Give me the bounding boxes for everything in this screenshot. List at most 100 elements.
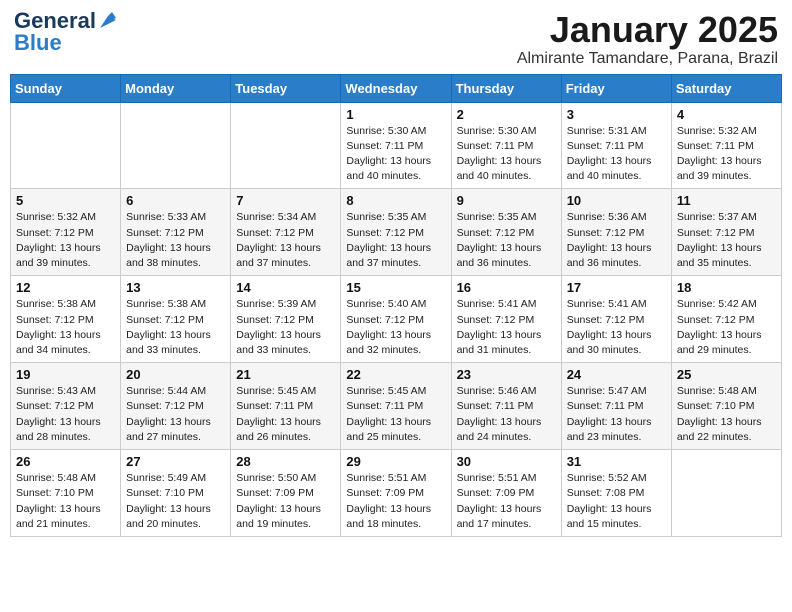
calendar-cell: 24 Sunrise: 5:47 AM Sunset: 7:11 PM Dayli… (561, 363, 671, 450)
day-number: 26 (16, 454, 115, 469)
day-number: 9 (457, 193, 556, 208)
weekday-header-wednesday: Wednesday (341, 74, 451, 102)
calendar-cell (11, 102, 121, 189)
day-number: 2 (457, 107, 556, 122)
logo-general-text: General (14, 10, 96, 32)
calendar-cell: 27Sunrise: 5:49 AM Sunset: 7:10 PM Dayli… (121, 450, 231, 537)
day-number: 28 (236, 454, 335, 469)
day-info: Sunrise: 5:48 AM Sunset: 7:10 PM Dayligh… (16, 471, 115, 532)
calendar-cell: 18 Sunrise: 5:42 AM Sunset: 7:12 PM Dayli… (671, 276, 781, 363)
calendar-cell (671, 450, 781, 537)
calendar-cell: 20 Sunrise: 5:44 AM Sunset: 7:12 PM Dayli… (121, 363, 231, 450)
calendar-cell: 12Sunrise: 5:38 AM Sunset: 7:12 PM Dayli… (11, 276, 121, 363)
day-info: Sunrise: 5:31 AM Sunset: 7:11 PM Dayligh… (567, 124, 666, 185)
day-number: 6 (126, 193, 225, 208)
day-number: 29 (346, 454, 445, 469)
logo: General Blue (14, 10, 116, 56)
day-info: Sunrise: 5:50 AM Sunset: 7:09 PM Dayligh… (236, 471, 335, 532)
weekday-header-saturday: Saturday (671, 74, 781, 102)
day-number: 5 (16, 193, 115, 208)
calendar-cell: 19 Sunrise: 5:43 AM Sunset: 7:12 PM Dayli… (11, 363, 121, 450)
weekday-header-thursday: Thursday (451, 74, 561, 102)
day-number: 24 (567, 367, 666, 382)
weekday-header-friday: Friday (561, 74, 671, 102)
day-info: Sunrise: 5:42 AM Sunset: 7:12 PM Dayligh… (677, 297, 776, 358)
day-info: Sunrise: 5:30 AM Sunset: 7:11 PM Dayligh… (346, 124, 445, 185)
day-info: Sunrise: 5:32 AM Sunset: 7:11 PM Dayligh… (677, 124, 776, 185)
day-info: Sunrise: 5:32 AM Sunset: 7:12 PM Dayligh… (16, 210, 115, 271)
day-info: Sunrise: 5:52 AM Sunset: 7:08 PM Dayligh… (567, 471, 666, 532)
day-info: Sunrise: 5:45 AM Sunset: 7:11 PM Dayligh… (346, 384, 445, 445)
day-number: 17 (567, 280, 666, 295)
title-section: January 2025 Almirante Tamandare, Parana… (517, 10, 778, 68)
day-info: Sunrise: 5:34 AM Sunset: 7:12 PM Dayligh… (236, 210, 335, 271)
calendar-week-row: 1 Sunrise: 5:30 AM Sunset: 7:11 PM Daylig… (11, 102, 782, 189)
calendar-cell: 29Sunrise: 5:51 AM Sunset: 7:09 PM Dayli… (341, 450, 451, 537)
weekday-header-tuesday: Tuesday (231, 74, 341, 102)
calendar-week-row: 12Sunrise: 5:38 AM Sunset: 7:12 PM Dayli… (11, 276, 782, 363)
day-info: Sunrise: 5:33 AM Sunset: 7:12 PM Dayligh… (126, 210, 225, 271)
day-info: Sunrise: 5:48 AM Sunset: 7:10 PM Dayligh… (677, 384, 776, 445)
day-info: Sunrise: 5:43 AM Sunset: 7:12 PM Dayligh… (16, 384, 115, 445)
day-number: 19 (16, 367, 115, 382)
calendar-cell: 5 Sunrise: 5:32 AM Sunset: 7:12 PM Daylig… (11, 189, 121, 276)
day-info: Sunrise: 5:35 AM Sunset: 7:12 PM Dayligh… (346, 210, 445, 271)
day-number: 15 (346, 280, 445, 295)
calendar-header-row: SundayMondayTuesdayWednesdayThursdayFrid… (11, 74, 782, 102)
calendar-cell: 21 Sunrise: 5:45 AM Sunset: 7:11 PM Dayli… (231, 363, 341, 450)
calendar-cell: 30 Sunrise: 5:51 AM Sunset: 7:09 PM Dayli… (451, 450, 561, 537)
calendar-cell: 25Sunrise: 5:48 AM Sunset: 7:10 PM Dayli… (671, 363, 781, 450)
day-number: 30 (457, 454, 556, 469)
page-header: General Blue January 2025 Almirante Tama… (10, 10, 782, 68)
calendar-week-row: 5 Sunrise: 5:32 AM Sunset: 7:12 PM Daylig… (11, 189, 782, 276)
calendar-cell: 2Sunrise: 5:30 AM Sunset: 7:11 PM Daylig… (451, 102, 561, 189)
calendar-cell: 8 Sunrise: 5:35 AM Sunset: 7:12 PM Daylig… (341, 189, 451, 276)
calendar-cell: 9 Sunrise: 5:35 AM Sunset: 7:12 PM Daylig… (451, 189, 561, 276)
calendar-cell: 1 Sunrise: 5:30 AM Sunset: 7:11 PM Daylig… (341, 102, 451, 189)
day-info: Sunrise: 5:45 AM Sunset: 7:11 PM Dayligh… (236, 384, 335, 445)
calendar-cell: 26 Sunrise: 5:48 AM Sunset: 7:10 PM Dayli… (11, 450, 121, 537)
calendar-cell: 23Sunrise: 5:46 AM Sunset: 7:11 PM Dayli… (451, 363, 561, 450)
day-info: Sunrise: 5:36 AM Sunset: 7:12 PM Dayligh… (567, 210, 666, 271)
day-number: 7 (236, 193, 335, 208)
day-number: 11 (677, 193, 776, 208)
day-number: 18 (677, 280, 776, 295)
day-info: Sunrise: 5:49 AM Sunset: 7:10 PM Dayligh… (126, 471, 225, 532)
calendar-cell: 17 Sunrise: 5:41 AM Sunset: 7:12 PM Dayli… (561, 276, 671, 363)
day-info: Sunrise: 5:39 AM Sunset: 7:12 PM Dayligh… (236, 297, 335, 358)
day-number: 8 (346, 193, 445, 208)
calendar-week-row: 26 Sunrise: 5:48 AM Sunset: 7:10 PM Dayli… (11, 450, 782, 537)
weekday-header-monday: Monday (121, 74, 231, 102)
day-info: Sunrise: 5:41 AM Sunset: 7:12 PM Dayligh… (567, 297, 666, 358)
day-number: 1 (346, 107, 445, 122)
day-number: 4 (677, 107, 776, 122)
day-number: 16 (457, 280, 556, 295)
calendar-cell: 22 Sunrise: 5:45 AM Sunset: 7:11 PM Dayli… (341, 363, 451, 450)
day-info: Sunrise: 5:47 AM Sunset: 7:11 PM Dayligh… (567, 384, 666, 445)
calendar-cell: 6 Sunrise: 5:33 AM Sunset: 7:12 PM Daylig… (121, 189, 231, 276)
day-number: 31 (567, 454, 666, 469)
day-info: Sunrise: 5:51 AM Sunset: 7:09 PM Dayligh… (457, 471, 556, 532)
calendar-cell: 15 Sunrise: 5:40 AM Sunset: 7:12 PM Dayli… (341, 276, 451, 363)
calendar-cell: 14 Sunrise: 5:39 AM Sunset: 7:12 PM Dayli… (231, 276, 341, 363)
calendar-cell: 28 Sunrise: 5:50 AM Sunset: 7:09 PM Dayli… (231, 450, 341, 537)
logo-blue-text: Blue (14, 30, 62, 56)
day-number: 10 (567, 193, 666, 208)
day-number: 22 (346, 367, 445, 382)
day-number: 12 (16, 280, 115, 295)
day-info: Sunrise: 5:44 AM Sunset: 7:12 PM Dayligh… (126, 384, 225, 445)
calendar-table: SundayMondayTuesdayWednesdayThursdayFrid… (10, 74, 782, 537)
calendar-cell: 10 Sunrise: 5:36 AM Sunset: 7:12 PM Dayli… (561, 189, 671, 276)
weekday-header-sunday: Sunday (11, 74, 121, 102)
day-info: Sunrise: 5:40 AM Sunset: 7:12 PM Dayligh… (346, 297, 445, 358)
calendar-cell: 7 Sunrise: 5:34 AM Sunset: 7:12 PM Daylig… (231, 189, 341, 276)
calendar-cell: 13Sunrise: 5:38 AM Sunset: 7:12 PM Dayli… (121, 276, 231, 363)
day-info: Sunrise: 5:35 AM Sunset: 7:12 PM Dayligh… (457, 210, 556, 271)
day-number: 20 (126, 367, 225, 382)
calendar-cell: 4 Sunrise: 5:32 AM Sunset: 7:11 PM Daylig… (671, 102, 781, 189)
calendar-week-row: 19 Sunrise: 5:43 AM Sunset: 7:12 PM Dayli… (11, 363, 782, 450)
day-number: 3 (567, 107, 666, 122)
logo-bird-icon (98, 10, 116, 32)
day-number: 21 (236, 367, 335, 382)
day-number: 14 (236, 280, 335, 295)
